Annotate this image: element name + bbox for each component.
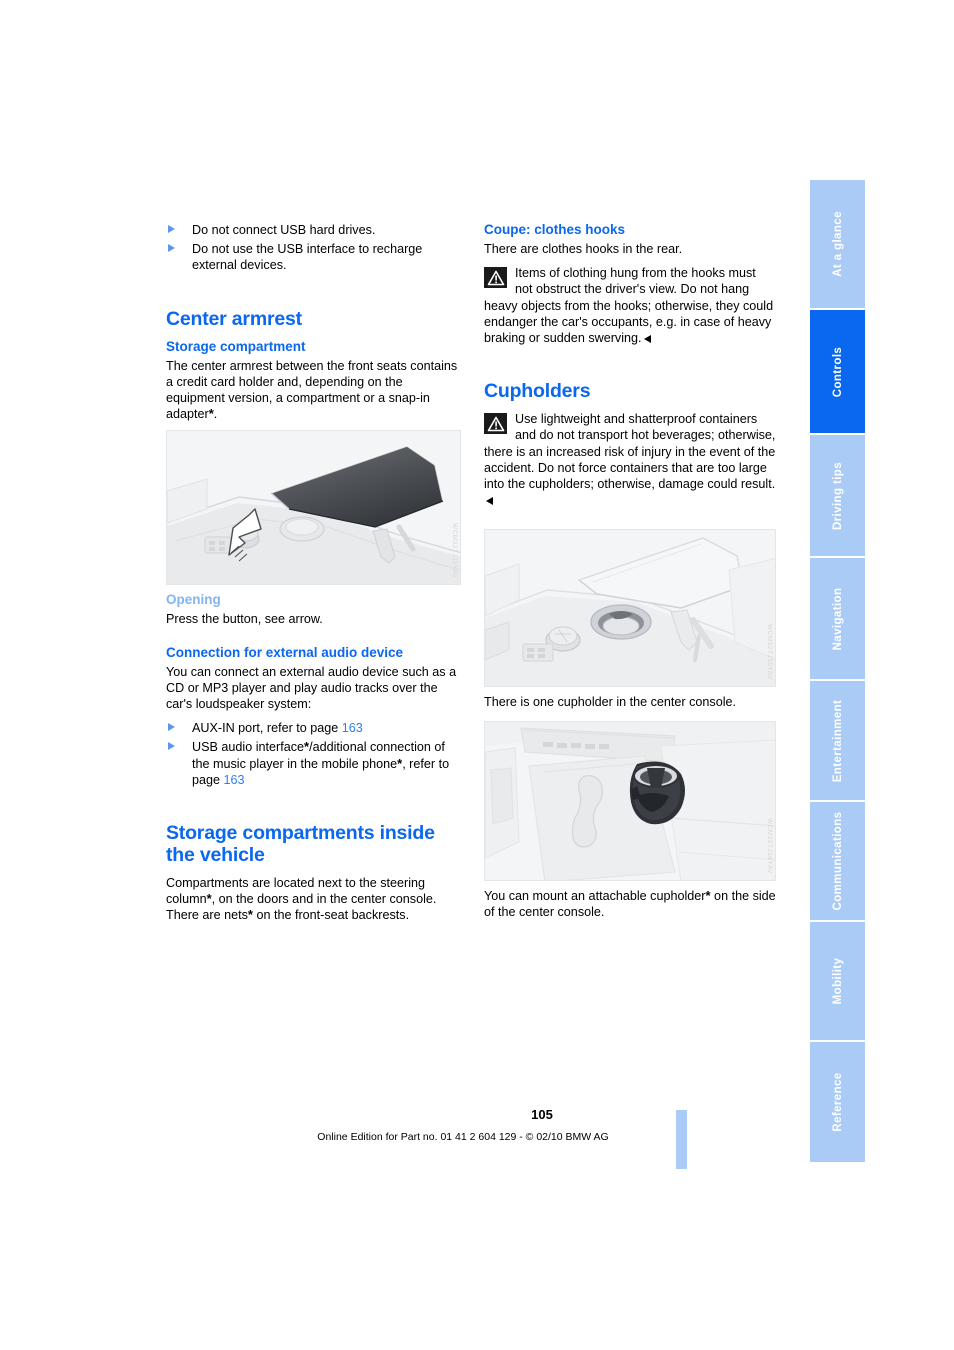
list-item-text: Do not use the USB interface to recharge…: [192, 242, 423, 273]
storage-inside-nets-text: There are nets* on the front-seat backre…: [166, 907, 461, 923]
tab-label: Communications: [831, 811, 844, 911]
list-item: Do not use the USB interface to recharge…: [166, 241, 461, 273]
sidebar-item-controls[interactable]: Controls: [810, 310, 865, 435]
console-cupholder-illustration: [485, 530, 775, 687]
footer-accent-bar: [676, 1110, 687, 1169]
warning-text: Items of clothing hung from the hooks mu…: [484, 266, 774, 346]
figure-center-armrest: WCM32TJ11YAV: [166, 430, 461, 586]
page-title-center-armrest: Center armrest: [166, 307, 302, 330]
nets-text-b: on the front-seat backrests.: [252, 908, 410, 923]
page-number: 105: [531, 1107, 553, 1122]
nets-text-a: There are nets: [166, 908, 248, 923]
warning-triangle-icon: [484, 413, 507, 435]
figure-center-console-cupholder: WCM32TJ15YAV: [484, 529, 776, 688]
triangle-bullet-icon: [168, 225, 182, 238]
opening-text: Press the button, see arrow.: [166, 612, 323, 627]
external-audio-intro: You can connect an external audio device…: [166, 664, 457, 712]
attachable-cupholder-illustration: [485, 721, 775, 880]
manual-page: At a glance Controls Driving tips Naviga…: [0, 0, 954, 1350]
page-reference-link[interactable]: 163: [224, 773, 245, 787]
heading-opening: Opening: [166, 592, 221, 608]
warning-text: Use lightweight and shatterproof contain…: [484, 412, 776, 492]
page-title-cupholders: Cupholders: [484, 380, 591, 403]
tab-label: Controls: [831, 346, 844, 397]
caption-cupholder-console: There is one cupholder in the center con…: [484, 695, 737, 710]
tab-label: Mobility: [831, 957, 844, 1005]
tab-label: Driving tips: [831, 461, 844, 530]
list-item-text: Do not connect USB hard drives.: [192, 223, 376, 237]
figure-code: WCM32TJ15YAV: [766, 624, 773, 681]
audio-connection-list: AUX-IN port, refer to page 163 USB audio…: [166, 720, 461, 788]
triangle-bullet-icon: [168, 723, 182, 737]
section-tab-rail: At a glance Controls Driving tips Naviga…: [810, 180, 865, 1162]
end-of-warning-icon: [643, 335, 651, 344]
sidebar-item-entertainment[interactable]: Entertainment: [810, 681, 865, 802]
sidebar-item-reference[interactable]: Reference: [810, 1042, 865, 1162]
caption-text-a: You can mount an attachable cupholder: [484, 888, 706, 903]
triangle-bullet-icon: [168, 742, 182, 756]
heading-coupe-clothes-hooks: Coupe: clothes hooks: [484, 222, 626, 237]
heading-storage-compartment: Storage compartment: [166, 338, 306, 354]
tab-label: Navigation: [831, 587, 844, 650]
usb-notes-list: Do not connect USB hard drives. Do not u…: [166, 222, 461, 274]
list-item: Do not connect USB hard drives.: [166, 222, 461, 238]
tab-label: Reference: [831, 1072, 844, 1132]
storage-text-end: .: [213, 407, 218, 422]
warning-cupholders: Use lightweight and shatterproof contain…: [484, 411, 776, 508]
left-column: Do not connect USB hard drives. Do not u…: [166, 222, 461, 932]
caption-attachable-cupholder: You can mount an attachable cupholder* o…: [484, 888, 776, 920]
triangle-bullet-icon: [168, 244, 182, 258]
sidebar-item-at-a-glance[interactable]: At a glance: [810, 180, 865, 310]
sidebar-item-mobility[interactable]: Mobility: [810, 922, 865, 1042]
warning-triangle-icon: [484, 267, 507, 289]
list-item-text: USB audio interface: [192, 740, 305, 755]
page-reference-link[interactable]: 163: [342, 721, 363, 735]
tab-label: At a glance: [831, 211, 844, 277]
sidebar-item-navigation[interactable]: Navigation: [810, 558, 865, 681]
storage-inside-text: Compartments are located next to the ste…: [166, 875, 461, 907]
figure-code: WCM32TJ18YAV: [766, 817, 773, 874]
list-item: AUX-IN port, refer to page 163: [166, 720, 461, 737]
warning-clothes-hooks: Items of clothing hung from the hooks mu…: [484, 265, 776, 346]
page-title-storage-compartments: Storage compartments inside the vehicle: [166, 822, 435, 867]
tab-label: Entertainment: [831, 699, 844, 782]
right-column: Coupe: clothes hooks There are clothes h…: [484, 222, 776, 930]
end-of-warning-icon: [486, 497, 493, 506]
sidebar-item-driving-tips[interactable]: Driving tips: [810, 435, 865, 558]
list-item: USB audio interface*/additional connecti…: [166, 739, 461, 788]
list-item-text: AUX-IN port, refer to page: [192, 721, 342, 736]
edition-footer: Online Edition for Part no. 01 41 2 604 …: [317, 1131, 609, 1143]
figure-code: WCM32TJ11YAV: [451, 522, 458, 579]
heading-external-audio: Connection for external audio device: [166, 644, 404, 660]
figure-attachable-cupholder: WCM32TJ18YAV: [484, 720, 776, 881]
armrest-illustration: [167, 431, 460, 585]
clothes-hooks-intro: There are clothes hooks in the rear.: [484, 242, 683, 256]
storage-compartment-text: The center armrest between the front sea…: [166, 358, 461, 423]
sidebar-item-communications[interactable]: Communications: [810, 802, 865, 922]
storage-inside-text-b: , on the doors and in the center console…: [211, 892, 437, 907]
